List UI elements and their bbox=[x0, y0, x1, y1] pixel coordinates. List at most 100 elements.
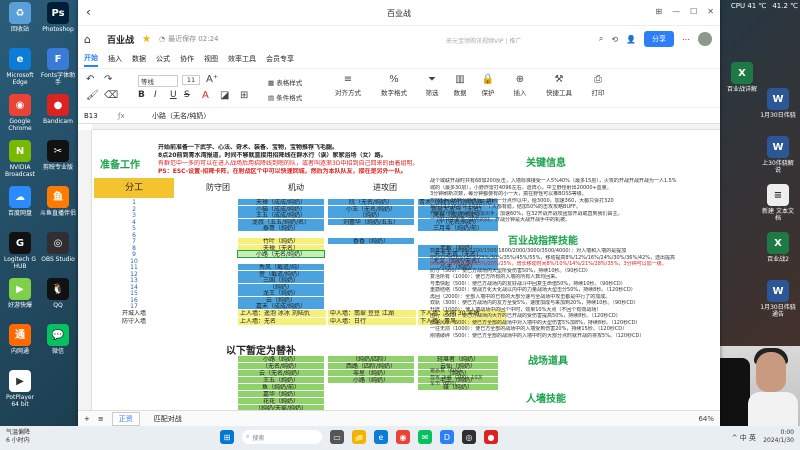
defense-cell[interactable]: 龙王（纯奶） bbox=[238, 290, 324, 296]
mobile-cell[interactable]: 小玉（无名/纯奶） bbox=[328, 205, 414, 212]
font-color-icon[interactable]: A bbox=[202, 89, 209, 103]
desktop-icon[interactable]: ● Bandicam bbox=[40, 94, 76, 125]
chrome-icon[interactable]: ◉ bbox=[396, 430, 410, 444]
desktop-file-icon[interactable]: X 百业战详解 bbox=[724, 62, 760, 93]
search-icon[interactable]: ⌕ bbox=[599, 34, 603, 44]
sub-defense-cell[interactable]: （无名/纯奶） bbox=[238, 363, 324, 369]
menu-tab[interactable]: 数据 bbox=[132, 54, 146, 66]
desktop-icon[interactable]: ☁ 百度网盘 bbox=[2, 186, 38, 217]
cell-reference-box[interactable]: B13 bbox=[78, 112, 118, 120]
desktop-icon[interactable]: ▶ 好游快爆 bbox=[2, 278, 38, 309]
avatar[interactable] bbox=[698, 32, 712, 46]
format-painter-icon[interactable]: 🖌 bbox=[86, 89, 99, 103]
sub-mobile-cell[interactable]: 西路（四阶/纯奶） bbox=[328, 363, 414, 369]
summary-cell[interactable]: 中人墙：日行 bbox=[328, 318, 416, 325]
font-size-select[interactable]: 11 bbox=[182, 75, 200, 85]
defense-cell[interactable]: 王五（成成/纯奶） bbox=[238, 212, 324, 218]
formula-input[interactable]: 小路（无名/纯奶） bbox=[146, 111, 210, 121]
system-tray[interactable]: ^ 中 英 bbox=[732, 433, 756, 443]
fill-color-icon[interactable]: ◪ bbox=[220, 89, 229, 103]
sub-defense-cell[interactable]: 花花（纯奶） bbox=[238, 398, 324, 404]
insert-button[interactable]: ⊕ 插入 bbox=[508, 73, 532, 97]
increase-font-icon[interactable]: A⁺ bbox=[206, 73, 218, 87]
document-title[interactable]: 百业战 bbox=[107, 33, 134, 46]
sub-attack-cell[interactable]: 轻堪者（纯奶） bbox=[418, 356, 498, 362]
font-family-select[interactable]: 等线 bbox=[138, 75, 178, 87]
desktop-file-icon[interactable]: W 1月30日伟骁 通告 bbox=[760, 280, 796, 318]
defense-cell[interactable]: 萱（截道/纯奶） bbox=[238, 270, 324, 277]
desktop-file-icon[interactable]: W 上30伟骁解说 bbox=[760, 136, 796, 174]
protect-button[interactable]: 🔒 保护 bbox=[476, 73, 500, 97]
zoom-level[interactable]: 64% bbox=[698, 415, 714, 423]
maximize-icon[interactable]: ☐ bbox=[690, 7, 697, 16]
bandicam-icon[interactable]: ● bbox=[484, 430, 498, 444]
summary-cell[interactable]: 中人墙：翡翠 豆豆 江湖 bbox=[328, 310, 416, 317]
strikethrough-icon[interactable]: S bbox=[184, 90, 190, 100]
more-icon[interactable]: ⋯ bbox=[682, 35, 690, 44]
add-sheet-icon[interactable]: + bbox=[84, 415, 90, 423]
task-view-icon[interactable]: ▭ bbox=[330, 430, 344, 444]
defense-cell[interactable]: 小猫（成成/纯奶） bbox=[238, 205, 324, 212]
share-button[interactable]: 分享 bbox=[644, 31, 674, 47]
desktop-icon[interactable]: ✂ 剪映专业版 bbox=[40, 140, 76, 171]
bold-icon[interactable]: B bbox=[138, 90, 145, 100]
collaborator-icon[interactable]: 👤 bbox=[626, 35, 636, 44]
mobile-cell[interactable]: 刘蕾华（纯奶/五五） bbox=[328, 218, 414, 225]
mobile-cell[interactable]: 香香（纯奶） bbox=[328, 238, 414, 244]
clock[interactable]: 0:00 2024/1/30 bbox=[763, 429, 794, 445]
desktop-icon[interactable]: ♻ 回收站 bbox=[2, 2, 38, 33]
desktop-icon[interactable]: Ps Photoshop bbox=[40, 2, 76, 33]
defense-cell[interactable]: （纯奶） bbox=[238, 283, 324, 290]
mobile-cell[interactable]: （纯奶） bbox=[328, 212, 414, 218]
weather-widget[interactable]: 气温偏降 6 小时内 bbox=[6, 429, 30, 445]
sub-mobile-cell[interactable]: （纯奶/四阶） bbox=[328, 356, 414, 362]
conditional-format-button[interactable]: ▤ 条件格式 bbox=[268, 92, 302, 102]
desktop-icon[interactable]: 💬 微信 bbox=[40, 324, 76, 355]
wechat-icon[interactable]: ✉ bbox=[418, 430, 432, 444]
tencent-docs-icon[interactable]: D bbox=[440, 430, 454, 444]
sub-defense-cell[interactable]: 云（无名/纯奶） bbox=[238, 370, 324, 376]
home-icon[interactable]: ⌂ bbox=[84, 33, 91, 46]
data-button[interactable]: ▥ 数据 bbox=[448, 73, 472, 97]
filter-button[interactable]: ⏷ 筛选 bbox=[420, 73, 444, 97]
desktop-icon[interactable]: G Logitech G HUB bbox=[2, 232, 38, 270]
desktop-icon[interactable]: N NVIDIA Broadcast bbox=[2, 140, 38, 178]
menu-tab[interactable]: 效率工具 bbox=[228, 54, 256, 66]
sub-mobile-cell[interactable]: 零星（纯奶） bbox=[328, 370, 414, 376]
border-icon[interactable]: ⊞ bbox=[240, 89, 248, 103]
number-format-button[interactable]: % 数字格式 bbox=[374, 73, 414, 97]
edge-icon[interactable]: e bbox=[374, 430, 388, 444]
defense-cell[interactable]: 天禅（成成/纯奶） bbox=[238, 199, 324, 205]
desktop-file-icon[interactable]: X 百业战2 bbox=[760, 232, 796, 263]
start-icon[interactable]: ⊞ bbox=[220, 430, 234, 444]
sheet-tab-match[interactable]: 匹配对战 bbox=[148, 413, 188, 425]
desktop-icon[interactable]: 🐧 QQ bbox=[40, 278, 76, 309]
close-icon[interactable]: ✕ bbox=[707, 7, 714, 16]
desktop-icon[interactable]: 鱼斗鱼直播伴侣 bbox=[40, 186, 76, 217]
taskbar-search[interactable]: ⌕ 搜索 bbox=[242, 430, 322, 444]
table-style-button[interactable]: ▦ 表格样式 bbox=[268, 77, 302, 87]
underline-icon[interactable]: U bbox=[170, 90, 177, 100]
desktop-icon[interactable]: ▶ PotPlayer 64 bit bbox=[2, 370, 38, 408]
defense-cell[interactable]: 天禅（无名） bbox=[238, 244, 324, 251]
mobile-cell[interactable]: 阮（无名/纯奶） bbox=[328, 199, 414, 205]
align-button[interactable]: ≡ 对齐方式 bbox=[328, 73, 368, 97]
clear-format-icon[interactable]: ⌫ bbox=[104, 89, 118, 103]
menu-tab[interactable]: 插入 bbox=[108, 54, 122, 66]
spreadsheet-grid[interactable]: 准备工作 开始前准备一下武学、心法、奇术、装备、宝物，宝物推荐飞毛腿。 8点20… bbox=[78, 124, 720, 410]
italic-icon[interactable]: I bbox=[154, 90, 157, 100]
desktop-file-icon[interactable]: W 1月30日伟骁 bbox=[760, 88, 796, 119]
menu-tab[interactable]: 会员专享 bbox=[266, 54, 294, 66]
summary-cell[interactable]: 上人墙：无名 bbox=[238, 318, 326, 325]
history-icon[interactable]: ⟲ bbox=[611, 35, 618, 44]
defense-cell[interactable]: 龙叔（五五/纯奶/名） bbox=[238, 218, 324, 225]
defense-cell[interactable]: 小路（无名/纯奶） bbox=[237, 250, 325, 258]
file-explorer-icon[interactable]: 📁 bbox=[352, 430, 366, 444]
defense-cell[interactable]: 三国（纯奶） bbox=[238, 277, 324, 283]
quick-tools-button[interactable]: ⚒ 快捷工具 bbox=[542, 73, 576, 97]
sub-defense-cell[interactable]: 鱼（纯奶/前） bbox=[238, 384, 324, 390]
vip-promo[interactable]: 来元宝领购讯视频VIP | 推广 bbox=[446, 36, 521, 45]
print-button[interactable]: ⎙ 打印 bbox=[586, 73, 610, 97]
sub-defense-cell[interactable]: 嘉华（纯奶） bbox=[238, 391, 324, 397]
menu-tab[interactable]: 公式 bbox=[156, 54, 170, 66]
